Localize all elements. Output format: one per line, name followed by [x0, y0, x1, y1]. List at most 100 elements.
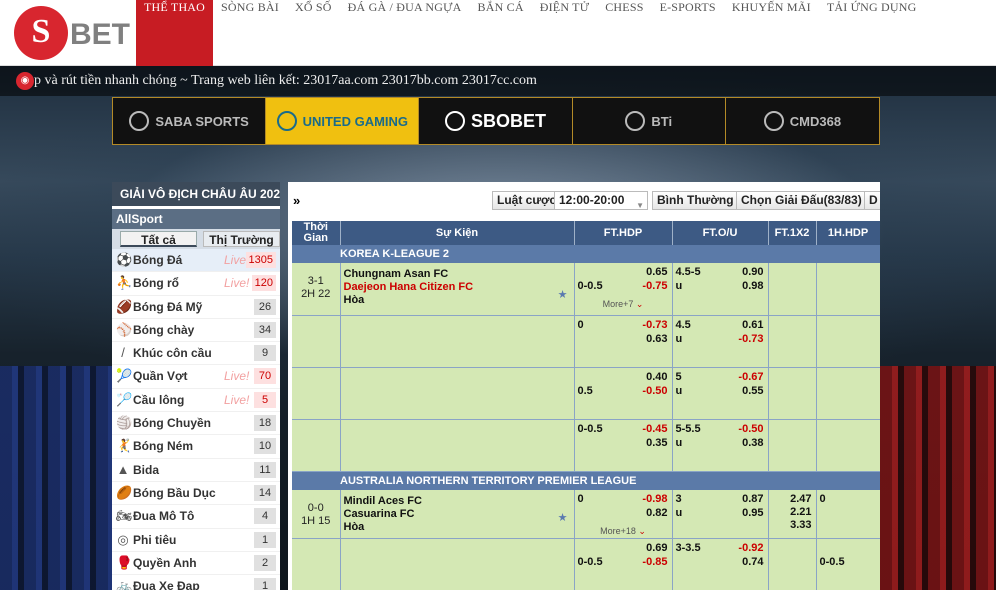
- nav-item[interactable]: BẮN CÁ: [470, 0, 532, 66]
- ou-odds-cell[interactable]: 4.5-5 u 0.90 0.98: [672, 263, 769, 316]
- hdp-home-odds[interactable]: -0.98: [642, 493, 667, 505]
- sport-item[interactable]: 🏉 Bóng Bầu Dục 14: [112, 482, 280, 506]
- match-event[interactable]: Chungnam Asan FC Daejeon Hana Citizen FC H…: [340, 263, 575, 316]
- ou-over-odds[interactable]: 0.87: [742, 493, 763, 505]
- provider-tab[interactable]: CMD368: [725, 98, 880, 144]
- select-league-button[interactable]: Chọn Giải Đấu(83/83): [736, 191, 867, 210]
- nav-item[interactable]: E-SPORTS: [652, 0, 724, 66]
- favorite-star-icon[interactable]: ★: [558, 511, 568, 524]
- nav-item[interactable]: THỂ THAO: [136, 0, 214, 66]
- hdp-home-odds[interactable]: 0.40: [646, 371, 667, 383]
- odds-mode-button[interactable]: Bình Thường: [652, 191, 739, 210]
- nav-item[interactable]: ĐIỆN TỬ: [532, 0, 597, 66]
- h1-hdp-cell[interactable]: 0-0.5: [816, 538, 880, 590]
- hdp-home-odds[interactable]: -0.45: [642, 423, 667, 435]
- sport-item[interactable]: 🏐 Bóng Chuyền 18: [112, 412, 280, 436]
- ticker-text: p và rút tiền nhanh chóng ~ Trang web li…: [34, 73, 537, 88]
- brand-logo[interactable]: S BET: [14, 6, 130, 60]
- nav-item[interactable]: SÒNG BÀI: [213, 0, 287, 66]
- live-badge: Live!: [224, 276, 250, 291]
- x12-odds[interactable]: 2.21: [790, 506, 811, 518]
- ou-odds-cell[interactable]: 5-5.5 u -0.50 0.38: [672, 419, 769, 472]
- x12-odds[interactable]: 2.47: [790, 493, 811, 505]
- time-range-select[interactable]: 12:00-20:00 ▼: [554, 191, 648, 210]
- h1-hdp-cell[interactable]: [816, 263, 880, 316]
- rules-button[interactable]: Luật cược: [492, 191, 562, 210]
- provider-name: UNITED GAMING: [302, 113, 409, 129]
- league-header[interactable]: AUSTRALIA NORTHERN TERRITORY PREMIER LEA…: [292, 471, 880, 490]
- hdp-odds-cell[interactable]: 0 -0.73 0.63: [574, 315, 673, 368]
- sport-item[interactable]: 🥊 Quyền Anh 2: [112, 552, 280, 576]
- sport-item[interactable]: 🚲 Đua Xe Đạp 1: [112, 575, 280, 590]
- h1-hdp-cell[interactable]: [816, 315, 880, 368]
- provider-tab[interactable]: SBOBET: [419, 98, 573, 144]
- hdp-away-odds[interactable]: 0.35: [646, 437, 667, 449]
- ou-line: 4.5: [675, 318, 691, 331]
- x12-odds[interactable]: 3.33: [790, 519, 811, 531]
- hdp-odds-cell[interactable]: 0 -0.98 0.82 More+18 ⌄: [574, 489, 673, 539]
- tab-market[interactable]: Thị Trường: [203, 231, 280, 247]
- featured-league-banner[interactable]: GIẢI VÔ ĐỊCH CHÂU ÂU 202: [112, 182, 280, 206]
- nav-item[interactable]: XỔ SỐ: [287, 0, 340, 66]
- sport-item[interactable]: ⚽ Bóng Đá Live! 1305: [112, 249, 280, 273]
- ou-over-odds[interactable]: 0.90: [742, 266, 763, 278]
- nav-item[interactable]: CHESS: [597, 0, 651, 66]
- tab-all[interactable]: Tất cả: [120, 231, 197, 247]
- sport-item[interactable]: / Khúc côn cầu 9: [112, 342, 280, 366]
- league-header[interactable]: KOREA K-LEAGUE 2: [292, 245, 880, 263]
- hdp-odds-cell[interactable]: 0.5 0.40 -0.50: [574, 367, 673, 420]
- sport-item[interactable]: ◎ Phi tiêu 1: [112, 529, 280, 552]
- ou-over-odds[interactable]: 0.61: [742, 319, 763, 331]
- hdp-odds-cell[interactable]: 0-0.5 -0.45 0.35: [574, 419, 673, 472]
- ou-under-odds[interactable]: 0.38: [742, 437, 763, 449]
- hdp-away-odds[interactable]: -0.85: [642, 556, 667, 568]
- expand-arrow-icon[interactable]: »: [293, 193, 300, 208]
- hdp-odds-cell[interactable]: 0-0.5 0.65 -0.75 More+7 ⌄: [574, 263, 673, 316]
- provider-tab[interactable]: UNITED GAMING: [266, 98, 420, 144]
- provider-tab[interactable]: BTi: [572, 98, 726, 144]
- sport-item[interactable]: ▲ Bida 11: [112, 459, 280, 482]
- nav-item[interactable]: TẢI ỨNG DỤNG: [819, 0, 925, 66]
- sport-item[interactable]: 🎾 Quần Vợt Live! 70: [112, 365, 280, 389]
- sport-item[interactable]: 🏸 Cầu lông Live! 5: [112, 389, 280, 413]
- ou-over-odds[interactable]: -0.92: [738, 542, 763, 554]
- hdp-away-odds[interactable]: -0.50: [642, 385, 667, 397]
- sport-item[interactable]: 🏈 Bóng Đá Mỹ 26: [112, 296, 280, 319]
- provider-logo-icon: [445, 111, 465, 131]
- extra-toolbar-button[interactable]: D: [864, 191, 880, 210]
- ou-over-odds[interactable]: -0.67: [738, 371, 763, 383]
- nav-item[interactable]: KHUYẾN MÃI: [724, 0, 819, 66]
- nav-item[interactable]: ĐÁ GÀ / ĐUA NGỰA: [340, 0, 470, 66]
- hdp-home-odds[interactable]: 0.69: [646, 542, 667, 554]
- ou-odds-cell[interactable]: 3 u 0.87 0.95: [672, 489, 769, 539]
- h1-hdp-cell[interactable]: 0: [816, 489, 880, 539]
- ou-odds-cell[interactable]: 5 u -0.67 0.55: [672, 367, 769, 420]
- hdp-home-odds[interactable]: -0.73: [642, 319, 667, 331]
- more-markets-link[interactable]: More+7 ⌄: [575, 299, 672, 310]
- hdp-away-odds[interactable]: 0.63: [646, 333, 667, 345]
- sport-item[interactable]: 🤾 Bóng Ném 10: [112, 435, 280, 459]
- ou-under-odds[interactable]: 0.98: [742, 280, 763, 292]
- match-event[interactable]: Mindil Aces FC Casuarina FC Hòa ★: [340, 489, 575, 539]
- ou-under-odds[interactable]: 0.55: [742, 385, 763, 397]
- time-range-value: 12:00-20:00: [559, 193, 625, 207]
- favorite-star-icon[interactable]: ★: [558, 288, 568, 301]
- hdp-odds-cell[interactable]: 0-0.5 0.69 -0.85: [574, 538, 673, 590]
- ou-under-odds[interactable]: 0.95: [742, 507, 763, 519]
- h1-hdp-cell[interactable]: [816, 367, 880, 420]
- provider-tab[interactable]: SABA SPORTS: [113, 98, 267, 144]
- ou-over-odds[interactable]: -0.50: [738, 423, 763, 435]
- ou-under-odds[interactable]: 0.74: [742, 556, 763, 568]
- sport-item[interactable]: 🏍 Đua Mô Tô 4: [112, 505, 280, 529]
- h1-hdp-cell[interactable]: [816, 419, 880, 472]
- ou-under-odds[interactable]: -0.73: [738, 333, 763, 345]
- ou-odds-cell[interactable]: 4.5 u 0.61 -0.73: [672, 315, 769, 368]
- hdp-home-odds[interactable]: 0.65: [646, 266, 667, 278]
- sport-item[interactable]: ⚾ Bóng chày 34: [112, 319, 280, 343]
- ou-odds-cell[interactable]: 3-3.5 -0.92 0.74: [672, 538, 769, 590]
- sport-item[interactable]: ⛹ Bóng rổ Live! 120: [112, 272, 280, 296]
- hdp-away-odds[interactable]: 0.82: [646, 507, 667, 519]
- x12-odds-cell[interactable]: 2.47 2.21 3.33: [768, 489, 817, 539]
- hdp-away-odds[interactable]: -0.75: [642, 280, 667, 292]
- more-markets-link[interactable]: More+18 ⌄: [575, 526, 672, 537]
